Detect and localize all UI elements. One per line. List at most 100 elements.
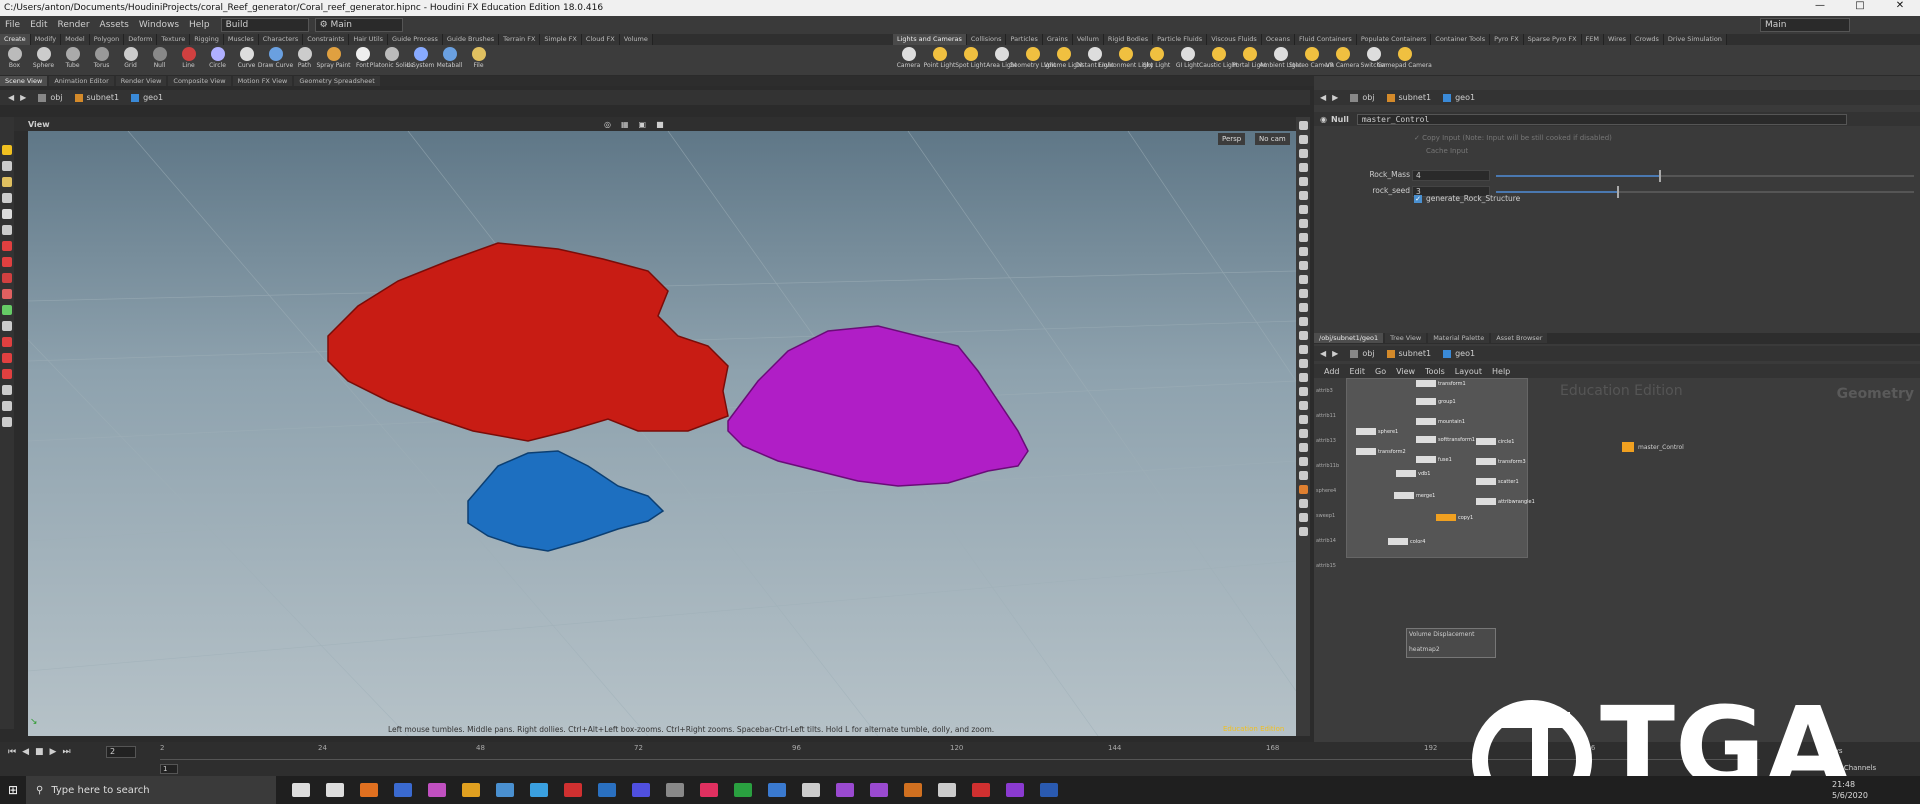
- menu-help[interactable]: Help: [184, 20, 215, 30]
- taskbar-app-icon[interactable]: [530, 783, 548, 797]
- shelf-tab[interactable]: Particle Fluids: [1153, 34, 1208, 45]
- tool-icon[interactable]: [2, 161, 12, 171]
- breadcrumb-geo1[interactable]: geo1: [131, 93, 163, 102]
- display-option-icon[interactable]: [1298, 261, 1308, 270]
- shelf-tool[interactable]: Spray Paint: [316, 45, 351, 75]
- master-control-node[interactable]: master_Control: [1622, 442, 1684, 452]
- breadcrumb-subnet1[interactable]: subnet1: [1386, 349, 1431, 358]
- display-option-icon[interactable]: [1298, 345, 1308, 354]
- shelf-tab[interactable]: Volume: [619, 34, 653, 45]
- slider-handle[interactable]: [1617, 186, 1620, 198]
- forward-arrow-icon[interactable]: ▶: [20, 93, 26, 102]
- display-option-icon[interactable]: [1298, 317, 1308, 326]
- copy-input-option[interactable]: ✓ Copy Input (Note: Input will be still …: [1414, 134, 1612, 142]
- taskbar-app-icon[interactable]: [938, 783, 956, 797]
- pane-tab[interactable]: Render View: [115, 76, 167, 86]
- network-node[interactable]: group1: [1416, 398, 1456, 405]
- taskbar-app-icon[interactable]: [700, 783, 718, 797]
- shelf-tool[interactable]: Portal Light: [1232, 45, 1267, 75]
- display-option-icon[interactable]: [1298, 359, 1308, 368]
- right-workspace-dropdown[interactable]: Main: [1760, 18, 1850, 32]
- desktop-dropdown[interactable]: Build: [220, 18, 309, 32]
- breadcrumb-obj[interactable]: obj: [1350, 349, 1375, 358]
- start-frame-field[interactable]: 1: [160, 764, 178, 774]
- shelf-tab[interactable]: Sparse Pyro FX: [1523, 34, 1582, 45]
- shelf-tool[interactable]: Line: [174, 45, 203, 75]
- network-node[interactable]: attribwrangle1: [1476, 498, 1535, 505]
- shelf-tab[interactable]: Hair Utils: [349, 34, 389, 45]
- taskbar-app-icon[interactable]: [666, 783, 684, 797]
- display-option-icon[interactable]: [1298, 149, 1308, 158]
- breadcrumb-geo1[interactable]: geo1: [1443, 349, 1475, 358]
- tool-icon[interactable]: [2, 337, 12, 347]
- taskbar-app-icon[interactable]: [632, 783, 650, 797]
- network-menu-item[interactable]: Help: [1492, 367, 1510, 376]
- shelf-tab[interactable]: Rigid Bodies: [1103, 34, 1154, 45]
- shelf-tool[interactable]: Tube: [58, 45, 87, 75]
- forward-arrow-icon[interactable]: ▶: [1332, 93, 1338, 102]
- display-option-icon[interactable]: [1298, 233, 1308, 242]
- display-option-icon[interactable]: [1298, 415, 1308, 424]
- pane-tab[interactable]: Composite View: [168, 76, 231, 86]
- taskbar-app-icon[interactable]: [428, 783, 446, 797]
- menu-render[interactable]: Render: [53, 20, 95, 30]
- display-option-icon[interactable]: [1298, 471, 1308, 480]
- network-box[interactable]: [1346, 378, 1528, 558]
- tool-icon[interactable]: [2, 241, 12, 251]
- network-node[interactable]: transform2: [1356, 448, 1406, 455]
- tool-icon[interactable]: [2, 321, 12, 331]
- taskbar-app-icon[interactable]: [360, 783, 378, 797]
- snap-icon[interactable]: ◎: [604, 120, 611, 129]
- shelf-tool[interactable]: Ambient Light: [1259, 45, 1302, 75]
- taskbar-app-icon[interactable]: [768, 783, 786, 797]
- shelf-tab[interactable]: Container Tools: [1431, 34, 1491, 45]
- tool-icon[interactable]: [2, 369, 12, 379]
- display-option-icon[interactable]: [1298, 275, 1308, 284]
- shelf-tab[interactable]: Guide Process: [388, 34, 443, 45]
- taskbar-app-icon[interactable]: [496, 783, 514, 797]
- breadcrumb-subnet1[interactable]: subnet1: [74, 93, 119, 102]
- taskbar-app-icon[interactable]: [598, 783, 616, 797]
- slider-handle[interactable]: [1659, 170, 1662, 182]
- network-node[interactable]: scatter1: [1476, 478, 1519, 485]
- taskbar-app-icon[interactable]: [836, 783, 854, 797]
- display-option-icon[interactable]: [1298, 373, 1308, 382]
- shelf-tab[interactable]: Simple FX: [540, 34, 582, 45]
- network-menu-item[interactable]: View: [1396, 367, 1415, 376]
- tool-icon[interactable]: [2, 273, 12, 283]
- breadcrumb-obj[interactable]: obj: [1350, 93, 1375, 102]
- shelf-tab[interactable]: Constraints: [303, 34, 350, 45]
- taskbar-app-icon[interactable]: [972, 783, 990, 797]
- network-node[interactable]: color4: [1388, 538, 1426, 545]
- blue-rock[interactable]: [467, 450, 665, 552]
- generate-rock-toggle[interactable]: ✓ generate_Rock_Structure: [1414, 194, 1520, 203]
- shelf-tool[interactable]: Switcher: [1358, 45, 1389, 75]
- shelf-tool[interactable]: Gamepad Camera: [1377, 45, 1432, 75]
- menu-file[interactable]: File: [0, 20, 25, 30]
- display-option-icon[interactable]: [1298, 331, 1308, 340]
- checkbox-icon[interactable]: ✓: [1414, 194, 1422, 203]
- shelf-tab[interactable]: Polygon: [89, 34, 125, 45]
- back-arrow-icon[interactable]: ◀: [8, 93, 14, 102]
- taskbar-app-icon[interactable]: [870, 783, 888, 797]
- node-name-field[interactable]: master_Control: [1356, 113, 1847, 125]
- shelf-tab[interactable]: Oceans: [1261, 34, 1295, 45]
- shelf-tool[interactable]: Path: [290, 45, 319, 75]
- back-arrow-icon[interactable]: ◀: [1320, 349, 1326, 358]
- close-icon[interactable]: ✕: [1880, 0, 1920, 11]
- shelf-tab[interactable]: Cloud FX: [581, 34, 620, 45]
- display-option-icon[interactable]: [1298, 513, 1308, 522]
- shelf-tab[interactable]: Crowds: [1631, 34, 1664, 45]
- display-option-icon[interactable]: [1298, 429, 1308, 438]
- tool-icon[interactable]: [2, 401, 12, 411]
- shelf-tab[interactable]: Populate Containers: [1356, 34, 1432, 45]
- display-option-icon[interactable]: [1298, 457, 1308, 466]
- step-back-icon[interactable]: ◀: [22, 747, 29, 757]
- pane-tab[interactable]: Scene View: [0, 76, 48, 86]
- shelf-tool[interactable]: Null: [145, 45, 174, 75]
- tool-icon[interactable]: [2, 225, 12, 235]
- shelf-tool[interactable]: Font: [348, 45, 377, 75]
- shelf-tab[interactable]: Particles: [1006, 34, 1043, 45]
- shelf-tab[interactable]: Wires: [1604, 34, 1632, 45]
- shelf-tool[interactable]: File: [464, 45, 493, 75]
